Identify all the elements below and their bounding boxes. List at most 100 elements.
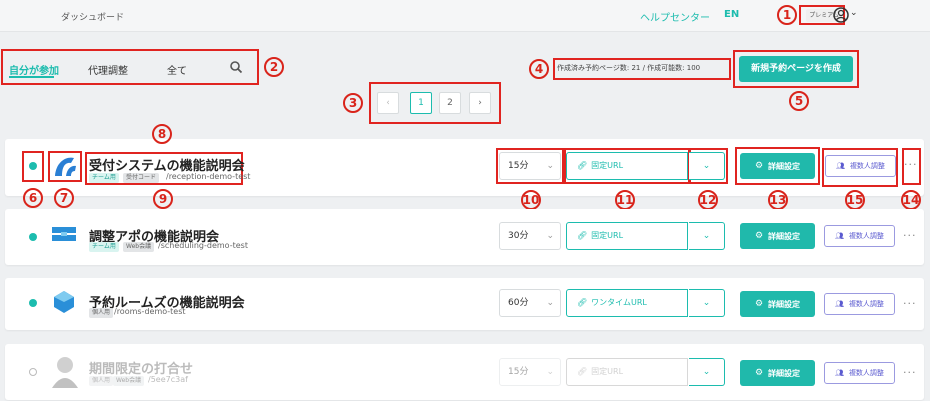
multi-person-button[interactable]: 👥︎ 複数人調整 <box>825 155 896 177</box>
multi-person-label: 複数人調整 <box>848 300 884 308</box>
duration-select[interactable]: 15分 ⌄ <box>499 152 561 180</box>
url-dropdown-button[interactable]: ⌄ <box>689 222 725 250</box>
duration-select[interactable]: 15分 ⌄ <box>499 358 561 386</box>
url-dropdown-button[interactable]: ⌄ <box>689 152 725 180</box>
url-type-value: 固定URL <box>591 367 624 376</box>
chevron-down-icon: ⌄ <box>546 161 554 171</box>
link-icon: 🔗︎ <box>577 161 588 170</box>
annotation-marker-6: 6 <box>23 188 43 208</box>
breadcrumb[interactable]: ダッシュボード <box>61 10 124 23</box>
tag-personal: 個人用 <box>89 376 114 386</box>
more-options-button[interactable]: ··· <box>903 297 917 310</box>
multi-person-label: 複数人調整 <box>848 232 884 240</box>
link-icon: 🔗︎ <box>577 231 588 240</box>
duration-value: 30分 <box>508 231 529 241</box>
url-type-field[interactable]: 🔗︎ 固定URL <box>566 358 688 386</box>
detail-settings-label: 詳細設定 <box>768 231 801 241</box>
tab-proxy[interactable]: 代理調整 <box>88 62 128 77</box>
row-url-path[interactable]: /reception-demo-test <box>166 172 250 181</box>
multi-person-button[interactable]: 👥︎ 複数人調整 <box>824 362 895 384</box>
annotation-marker-2: 2 <box>264 57 284 77</box>
chevron-down-icon: ⌄ <box>546 231 554 241</box>
tab-my-participation[interactable]: 自分が参加 <box>9 62 59 77</box>
people-icon: 👥︎ <box>835 369 844 377</box>
more-options-button[interactable]: ··· <box>904 158 918 171</box>
duration-select[interactable]: 60分 ⌄ <box>499 289 561 317</box>
detail-settings-label: 詳細設定 <box>768 368 801 378</box>
url-dropdown-button[interactable]: ⌄ <box>689 289 725 317</box>
pagination-prev[interactable]: ‹ <box>377 92 399 114</box>
annotation-marker-13: 13 <box>768 190 788 210</box>
link-icon: 🔗︎ <box>577 298 588 307</box>
multi-person-button[interactable]: 👥︎ 複数人調整 <box>824 293 895 315</box>
duration-value: 15分 <box>508 161 529 171</box>
gear-icon: ⚙ <box>754 161 764 171</box>
annotation-marker-1: 1 <box>777 5 797 25</box>
row-url-path[interactable]: /5ee7c3af <box>148 375 188 384</box>
people-icon: 👥︎ <box>836 162 845 170</box>
url-type-field[interactable]: 🔗︎ 固定URL <box>566 222 688 250</box>
duration-value: 60分 <box>508 298 529 308</box>
row-url-path[interactable]: /rooms-demo-test <box>114 307 186 316</box>
more-options-button[interactable]: ··· <box>903 229 917 242</box>
more-options-button[interactable]: ··· <box>903 366 917 379</box>
rooms-logo-icon <box>53 290 75 314</box>
url-type-value: 固定URL <box>591 161 624 170</box>
detail-settings-button[interactable]: ⚙ 詳細設定 <box>740 223 815 249</box>
people-icon: 👥︎ <box>835 300 844 308</box>
detail-settings-button[interactable]: ⚙ 詳細設定 <box>740 291 815 317</box>
duration-value: 15分 <box>508 367 529 377</box>
duration-select[interactable]: 30分 ⌄ <box>499 222 561 250</box>
tag-web-meeting: Web会議 <box>123 242 155 252</box>
annotation-marker-14: 14 <box>901 190 921 210</box>
reception-logo-icon <box>52 154 78 178</box>
tab-all[interactable]: 全て <box>167 62 187 77</box>
chevron-down-icon[interactable]: ⌄ <box>850 8 858 18</box>
url-type-value: ワンタイムURL <box>591 298 647 307</box>
row-url-path[interactable]: /scheduling-demo-test <box>158 241 248 250</box>
annotation-marker-10: 10 <box>521 190 541 210</box>
create-reservation-page-button[interactable]: 新規予約ページを作成 <box>739 56 853 82</box>
annotation-marker-7: 7 <box>54 188 74 208</box>
detail-settings-button[interactable]: ⚙ 詳細設定 <box>740 153 815 179</box>
language-toggle[interactable]: EN <box>724 9 739 20</box>
url-type-field[interactable]: 🔗︎ 固定URL <box>566 152 688 180</box>
avatar-photo-icon <box>50 354 80 388</box>
multi-person-label: 複数人調整 <box>848 369 884 377</box>
status-active-dot[interactable] <box>29 299 37 307</box>
annotation-marker-11: 11 <box>615 190 635 210</box>
gear-icon: ⚙ <box>754 368 764 378</box>
status-active-dot[interactable] <box>29 162 37 170</box>
gear-icon: ⚙ <box>754 231 764 241</box>
tag-personal: 個人用 <box>89 308 114 318</box>
active-tab-indicator <box>9 76 54 78</box>
annotation-marker-12: 12 <box>698 190 718 210</box>
tag-web-meeting: Web会議 <box>113 376 145 386</box>
url-dropdown-button[interactable]: ⌄ <box>689 358 725 386</box>
url-type-value: 固定URL <box>591 231 624 240</box>
annotation-marker-15: 15 <box>845 190 865 210</box>
gear-icon: ⚙ <box>754 299 764 309</box>
status-inactive-dot[interactable] <box>29 368 37 376</box>
chevron-down-icon: ⌄ <box>546 367 554 377</box>
annotation-marker-3: 3 <box>343 93 363 113</box>
detail-settings-label: 詳細設定 <box>768 299 801 309</box>
detail-settings-label: 詳細設定 <box>768 161 801 171</box>
search-icon[interactable] <box>229 59 243 74</box>
annotation-marker-5: 5 <box>789 91 809 111</box>
multi-person-button[interactable]: 👥︎ 複数人調整 <box>824 225 895 247</box>
page-count-stats: 作成済み予約ページ数: 21 / 作成可能数: 100 <box>557 64 701 72</box>
url-type-field[interactable]: 🔗︎ ワンタイムURL <box>566 289 688 317</box>
tag-team: チーム用 <box>89 173 119 183</box>
status-active-dot[interactable] <box>29 233 37 241</box>
people-icon: 👥︎ <box>835 232 844 240</box>
multi-person-label: 複数人調整 <box>849 162 885 170</box>
detail-settings-button[interactable]: ⚙ 詳細設定 <box>740 360 815 386</box>
pagination-page-1[interactable]: 1 <box>410 92 432 114</box>
help-center-link[interactable]: ヘルプセンター <box>640 9 710 24</box>
pagination-next[interactable]: › <box>469 92 491 114</box>
tag-team: チーム用 <box>89 242 119 252</box>
scheduling-logo-icon <box>51 225 77 243</box>
pagination-page-2[interactable]: 2 <box>439 92 461 114</box>
user-circle-icon[interactable] <box>833 7 849 23</box>
